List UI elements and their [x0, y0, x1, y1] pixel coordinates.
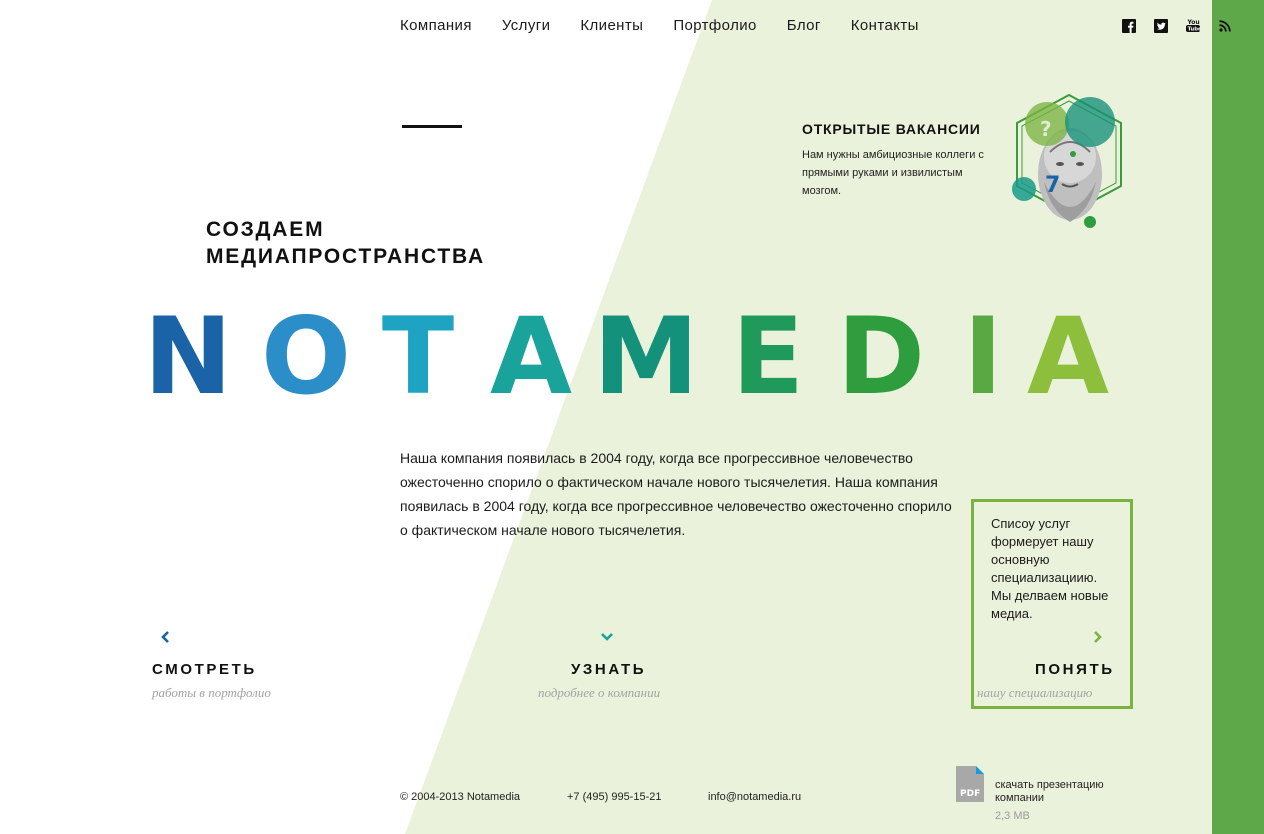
chevron-right-icon: [1094, 631, 1102, 643]
vacancies-text: Нам нужны амбициозные коллеги с прямыми …: [802, 149, 984, 197]
footer-email[interactable]: info@notamedia.ru: [708, 791, 801, 803]
about-section: Наша компания появилась в 2004 году, ког…: [400, 446, 960, 542]
tagline-line-1: СОЗДАЕМ: [206, 218, 325, 241]
logo-letter: D: [837, 300, 925, 410]
footer-copyright: © 2004-2013 Notamedia: [400, 791, 521, 803]
social-links: You Tube: [1121, 18, 1232, 33]
cta-learn-title: УЗНАТЬ: [571, 661, 647, 678]
top-nav: Компания Услуги Клиенты Портфолио Блог К…: [400, 17, 949, 34]
cta-learn[interactable]: УЗНАТЬ подробнее о компании: [536, 628, 696, 708]
logo-letter: A: [1027, 300, 1109, 410]
chevron-left-icon: [161, 631, 169, 643]
footer-phone[interactable]: +7 (495) 995-15-21: [567, 791, 661, 803]
svg-text:You: You: [1186, 19, 1199, 26]
youtube-icon[interactable]: You Tube: [1185, 18, 1200, 33]
download-presentation-link[interactable]: скачать презентацию компании: [995, 779, 1125, 805]
download-file-size: 2,3 МВ: [995, 810, 1030, 822]
svg-text:7: 7: [1045, 173, 1060, 198]
about-text: Наша компания появилась в 2004 году, ког…: [400, 450, 952, 538]
logo-letter: N: [146, 300, 232, 410]
logo-letter: M: [593, 300, 698, 410]
cta-learn-subtitle: подробнее о компании: [538, 685, 661, 700]
svg-text:?: ?: [1040, 117, 1052, 141]
tagline: СОЗДАЕМ МЕДИАПРОСТРАНСТВА: [206, 216, 485, 270]
svg-text:Tube: Tube: [1187, 27, 1199, 33]
nav-item-clients[interactable]: Клиенты: [580, 17, 643, 34]
cta-watch[interactable]: СМОТРЕТЬ работы в портфолио: [150, 628, 310, 708]
chevron-down-icon: [601, 633, 613, 641]
vacancies-block: ОТКРЫТЫЕ ВАКАНСИИ Нам нужны амбициозные …: [802, 121, 992, 200]
cta-understand-subtitle: нашу специализацию: [977, 685, 1093, 700]
rss-icon[interactable]: [1217, 18, 1232, 33]
nav-item-blog[interactable]: Блог: [787, 17, 821, 34]
decorative-dash: [402, 125, 462, 128]
pdf-icon-text: PDF: [960, 789, 980, 799]
logo-letter: E: [732, 300, 804, 410]
cta-understand[interactable]: ПОНЯТЬ нашу специализацию: [975, 628, 1120, 708]
notamedia-logo: NOTAMEDIA: [146, 300, 1109, 410]
logo-letter: O: [261, 300, 351, 410]
right-accent-bar: [1212, 0, 1264, 834]
nav-item-contacts[interactable]: Контакты: [851, 17, 919, 34]
nav-item-services[interactable]: Услуги: [502, 17, 551, 34]
pdf-file-icon[interactable]: PDF: [956, 766, 986, 802]
logo-letter: A: [490, 300, 572, 410]
facebook-icon[interactable]: [1121, 18, 1136, 33]
tagline-line-2: МЕДИАПРОСТРАНСТВА: [206, 245, 485, 268]
cta-watch-title: СМОТРЕТЬ: [152, 661, 257, 678]
logo-letter: I: [963, 300, 1002, 410]
vacancies-title[interactable]: ОТКРЫТЫЕ ВАКАНСИИ: [802, 121, 992, 137]
nav-item-portfolio[interactable]: Портфолио: [673, 17, 756, 34]
services-box-text: Списоу услуг формерует нашу основную спе…: [991, 516, 1109, 621]
logo-letter: T: [382, 300, 454, 410]
cta-watch-subtitle: работы в портфолио: [152, 685, 271, 700]
philosopher-bust-illustration[interactable]: 7 ?: [1010, 92, 1128, 232]
twitter-icon[interactable]: [1153, 18, 1168, 33]
cta-understand-title: ПОНЯТЬ: [1035, 661, 1115, 678]
nav-item-company[interactable]: Компания: [400, 17, 472, 34]
